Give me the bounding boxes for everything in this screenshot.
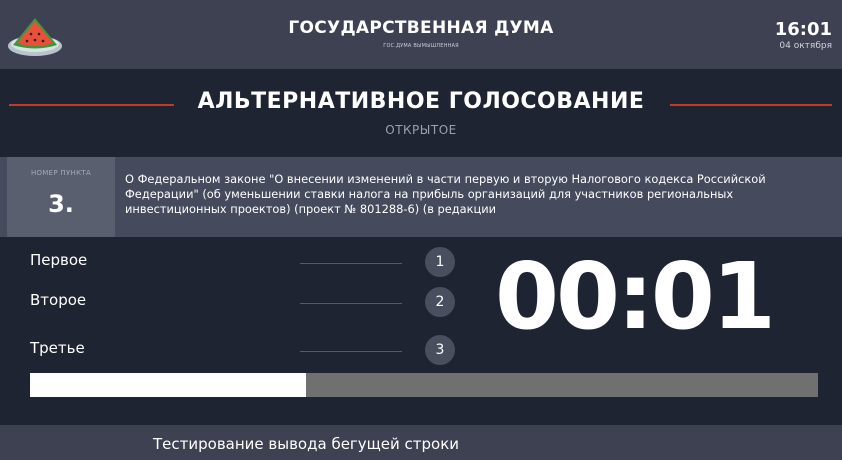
header-bar: ГОСУДАРСТВЕННАЯ ДУМА ГОС.ДУМА ВЫМЫШЛЕННА… [0,0,842,69]
reading-label: Третье [30,339,85,357]
vote-title: АЛЬТЕРНАТИВНОЕ ГОЛОСОВАНИЕ [197,89,645,114]
vote-mode: ОТКРЫТОЕ [385,123,457,137]
reading-label: Первое [30,251,88,269]
page-title: ГОСУДАРСТВЕННАЯ ДУМА [288,18,554,38]
reading-line [300,351,402,352]
clock: 16:01 04 октября [774,19,832,52]
news-ticker: Тестирование вывода бегущей строки [0,425,842,460]
item-description: О Федеральном законе "О внесении изменен… [125,172,766,216]
reading-badge: 2 [425,287,455,317]
reading-row-second: Второе 2 [0,287,460,317]
readings-panel: Первое 1 Второе 2 Третье 3 00:01 [0,237,842,425]
reading-row-third: Третье 3 [0,335,460,365]
item-number-box: НОМЕР ПУНКТА 3. [7,157,115,237]
vote-title-band: АЛЬТЕРНАТИВНОЕ ГОЛОСОВАНИЕ ОТКРЫТОЕ [0,69,842,157]
vote-timer: 00:01 [495,243,776,350]
reading-label: Второе [30,291,87,309]
reading-badge: 1 [425,247,455,277]
progress-bar [30,373,818,397]
header-titles: ГОСУДАРСТВЕННАЯ ДУМА ГОС.ДУМА ВЫМЫШЛЕННА… [0,18,842,49]
reading-badge: 3 [425,335,455,365]
progress-fill [30,373,306,397]
page-subtitle: ГОС.ДУМА ВЫМЫШЛЕННАЯ [383,43,459,49]
agenda-item: НОМЕР ПУНКТА 3. О Федеральном законе "О … [0,157,842,237]
ticker-text: Тестирование вывода бегущей строки [153,435,460,453]
clock-time: 16:01 [774,19,832,40]
reading-line [300,263,402,264]
item-number: 3. [48,190,74,218]
item-number-label: НОМЕР ПУНКТА [30,169,92,177]
reading-line [300,303,402,304]
reading-row-first: Первое 1 [0,247,460,277]
clock-date: 04 октября [779,41,832,51]
